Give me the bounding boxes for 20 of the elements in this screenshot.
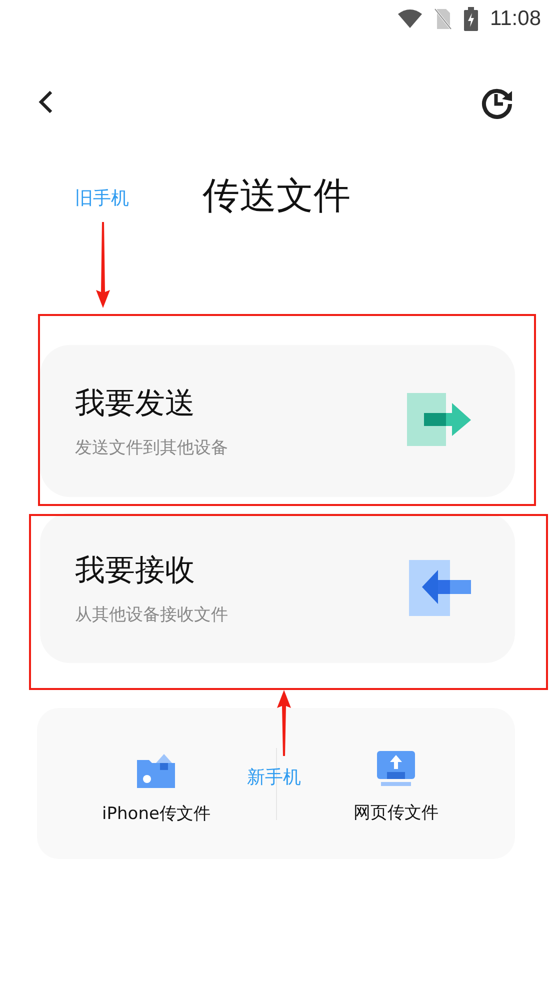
annotation-label: 旧手机 bbox=[75, 187, 129, 210]
send-arrow-icon bbox=[407, 393, 471, 449]
back-icon[interactable] bbox=[38, 90, 54, 114]
wifi-icon bbox=[398, 9, 422, 29]
page-title: 传送文件 bbox=[202, 174, 350, 218]
up-arrow bbox=[277, 690, 291, 756]
annotation-label: 新手机 bbox=[247, 766, 301, 789]
option-subtitle: 从其他设备接收文件 bbox=[75, 604, 228, 626]
battery-charging-icon bbox=[464, 7, 478, 31]
status-time: 11:08 bbox=[490, 7, 541, 31]
option-card[interactable]: 我要发送 发送文件到其他设备 bbox=[40, 345, 515, 497]
no-sim-icon bbox=[434, 8, 452, 30]
option-title: 我要接收 bbox=[75, 552, 196, 590]
option-title: 我要发送 bbox=[75, 385, 196, 423]
option-card[interactable]: 我要接收 从其他设备接收文件 bbox=[40, 513, 515, 663]
transfer-option[interactable]: 网页传文件 bbox=[353, 743, 438, 824]
receive-arrow-icon bbox=[409, 560, 471, 616]
transfer-option[interactable]: iPhone传文件 bbox=[102, 742, 210, 825]
monitor-upload-icon bbox=[376, 751, 415, 787]
option-subtitle: 发送文件到其他设备 bbox=[75, 437, 228, 459]
